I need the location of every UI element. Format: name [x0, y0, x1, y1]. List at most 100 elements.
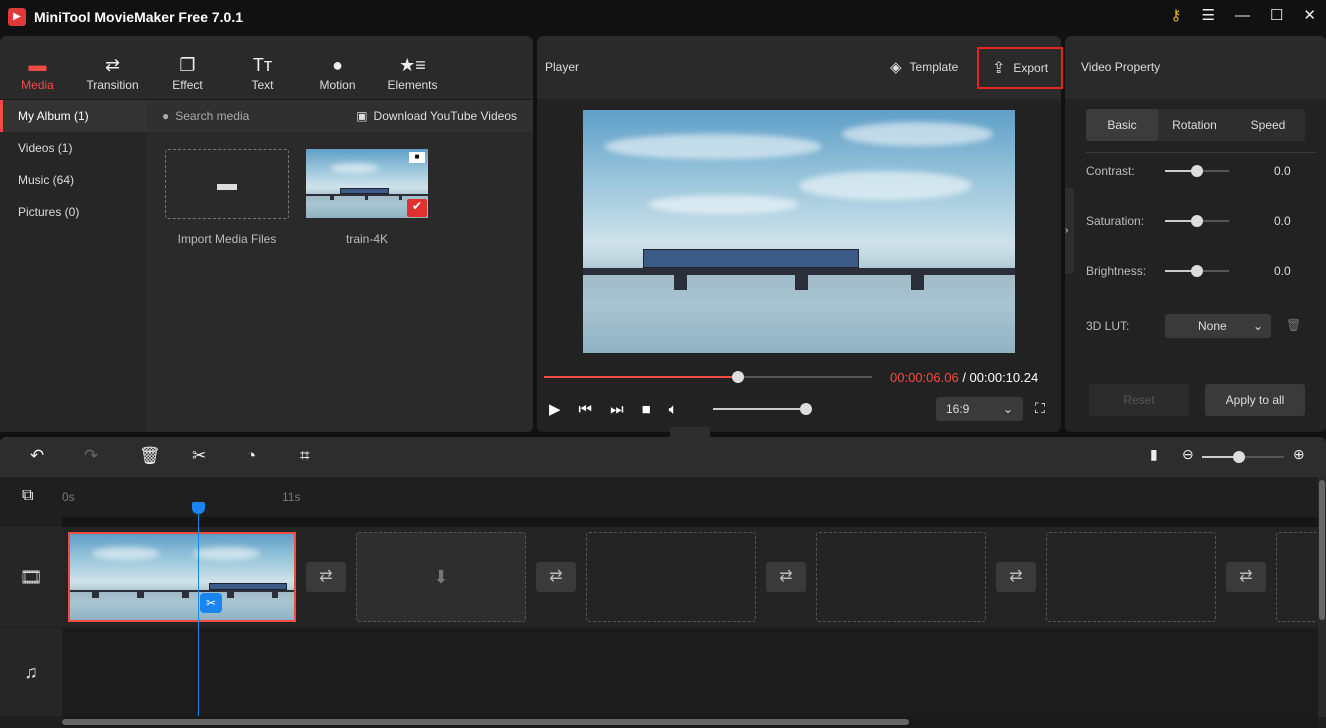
media-thumbnail-train-4k[interactable]: ■ ✔ [306, 149, 428, 218]
key-icon[interactable]: ⚷ [1171, 6, 1182, 24]
audio-track-icon: ♫ [0, 628, 62, 716]
add-track-icon[interactable]: ⧉ [22, 487, 33, 505]
empty-clip-slot[interactable] [1276, 532, 1318, 622]
media-name: train-4K [345, 232, 389, 246]
previous-frame-button[interactable]: ⏮ [579, 401, 593, 418]
split-button[interactable]: ✂ [192, 446, 206, 466]
folder-icon: ▬ [217, 173, 237, 195]
saturation-label: Saturation: [1086, 214, 1145, 228]
elements-icon: ★≡ [399, 55, 426, 75]
volume-slider[interactable] [713, 403, 813, 415]
saturation-slider[interactable] [1165, 215, 1229, 227]
redo-button[interactable]: ↷ [84, 446, 98, 466]
next-frame-button[interactable]: ⏭ [610, 401, 624, 418]
video-preview[interactable] [583, 110, 1015, 353]
import-media-button[interactable]: ▬ [165, 149, 289, 219]
delete-button[interactable]: 🗑︎ [139, 446, 161, 466]
player-title: Player [545, 60, 580, 74]
brightness-value: 0.0 [1274, 264, 1291, 278]
drop-media-slot[interactable]: ⬇ [356, 532, 526, 622]
menu-icon[interactable]: ☰ [1202, 6, 1215, 24]
horizontal-scrollbar[interactable] [62, 716, 1318, 728]
transition-slot[interactable]: ⇄ [536, 562, 576, 592]
zoom-in-button[interactable]: ⊕ [1293, 446, 1305, 463]
playback-progress-slider[interactable] [544, 371, 872, 383]
tab-media[interactable]: ▬ Media [0, 52, 75, 92]
split-clip-icon[interactable]: ✂ [200, 593, 222, 613]
fit-timeline-icon[interactable]: ▮ [1150, 446, 1158, 463]
transition-slot[interactable]: ⇄ [1226, 562, 1266, 592]
chevron-down-icon: ⌄ [1002, 402, 1013, 416]
folder-icon: ▬ [28, 55, 47, 75]
upload-icon: ⇪ [991, 60, 1006, 77]
current-time: 00:00:06.06 [890, 370, 959, 385]
saturation-value: 0.0 [1274, 214, 1291, 228]
fullscreen-button[interactable]: ⛶ [1035, 400, 1045, 417]
tab-effect[interactable]: ❐ Effect [150, 52, 225, 92]
brightness-label: Brightness: [1086, 264, 1147, 278]
tab-basic[interactable]: Basic [1086, 109, 1158, 141]
playhead[interactable] [198, 512, 199, 716]
tab-motion[interactable]: ● Motion [300, 52, 375, 92]
transition-slot[interactable]: ⇄ [766, 562, 806, 592]
lut-label: 3D LUT: [1086, 319, 1130, 333]
checkmark-icon: ✔ [407, 199, 427, 217]
video-property-panel: Video Property Basic Rotation Speed › Co… [1065, 36, 1326, 432]
import-media-label: Import Media Files [177, 232, 277, 246]
tab-text[interactable]: Tт Text [225, 52, 300, 92]
tab-rotation[interactable]: Rotation [1158, 118, 1231, 132]
export-button[interactable]: ⇪ Export [977, 47, 1063, 89]
sidebar-item-pictures[interactable]: Pictures (0) [0, 196, 146, 228]
total-time: / 00:00:10.24 [962, 370, 1039, 385]
crop-button[interactable]: ⌗ [300, 446, 310, 466]
effect-icon: ❐ [179, 55, 196, 75]
video-track-icon: 🎞︎ [0, 527, 62, 627]
vertical-scrollbar[interactable] [1318, 477, 1326, 717]
volume-icon[interactable]: 🔈︎ [669, 401, 678, 418]
tab-transition[interactable]: ⇄ Transition [75, 52, 150, 92]
empty-clip-slot[interactable] [1046, 532, 1216, 622]
tab-speed[interactable]: Speed [1231, 118, 1305, 132]
empty-clip-slot[interactable] [816, 532, 986, 622]
media-panel: ▬ Media ⇄ Transition ❐ Effect Tт Text ● Motio… [0, 36, 533, 432]
playhead-handle[interactable] [192, 502, 205, 514]
video-camera-icon: ■ [409, 152, 425, 163]
trash-icon[interactable]: 🗑︎ [1286, 318, 1301, 332]
player-panel: Player ◈ Template ⇪ Export 00:00:06.06 / 0… [537, 36, 1063, 432]
search-input[interactable]: ● Search media [162, 109, 249, 123]
sidebar-item-my-album[interactable]: My Album (1) [0, 100, 146, 132]
undo-button[interactable]: ↶ [30, 446, 44, 466]
lut-select[interactable]: None ⌄ [1165, 314, 1271, 338]
transition-slot[interactable]: ⇄ [306, 562, 346, 592]
media-tabs: ▬ Media ⇄ Transition ❐ Effect Tт Text ● Motio… [0, 44, 450, 100]
empty-clip-slot[interactable] [586, 532, 756, 622]
close-button[interactable]: ✕ [1303, 6, 1316, 24]
stop-button[interactable]: ■ [642, 401, 651, 418]
minimize-button[interactable]: — [1235, 7, 1250, 24]
brightness-slider[interactable] [1165, 265, 1229, 277]
aspect-ratio-select[interactable]: 16:9 ⌄ [936, 397, 1023, 421]
timeline-zoom-slider[interactable] [1202, 451, 1284, 463]
download-youtube-button[interactable]: ▣ Download YouTube Videos [356, 109, 517, 123]
tab-elements[interactable]: ★≡ Elements [375, 52, 450, 92]
layers-icon: ◈ [890, 59, 902, 76]
zoom-out-button[interactable]: ⊖ [1182, 446, 1194, 463]
sidebar-item-videos[interactable]: Videos (1) [0, 132, 146, 164]
ruler-tick-0s: 0s [62, 490, 75, 504]
play-button[interactable]: ▶ [549, 400, 561, 418]
motion-icon: ● [332, 55, 343, 75]
speed-button[interactable]: ◔ [246, 446, 256, 466]
chevron-down-icon: ⌄ [1252, 319, 1263, 333]
template-button[interactable]: ◈ Template [890, 58, 958, 76]
maximize-button[interactable]: ☐ [1270, 6, 1283, 24]
collapse-panel-button[interactable]: › [1065, 188, 1074, 274]
reset-button[interactable]: Reset [1089, 384, 1189, 416]
apply-to-all-button[interactable]: Apply to all [1205, 384, 1305, 416]
transition-slot[interactable]: ⇄ [996, 562, 1036, 592]
contrast-label: Contrast: [1086, 164, 1135, 178]
search-icon: ● [162, 109, 170, 123]
youtube-download-icon: ▣ [356, 109, 368, 123]
contrast-slider[interactable] [1165, 165, 1229, 177]
video-clip-train-4k[interactable] [68, 532, 296, 622]
sidebar-item-music[interactable]: Music (64) [0, 164, 146, 196]
